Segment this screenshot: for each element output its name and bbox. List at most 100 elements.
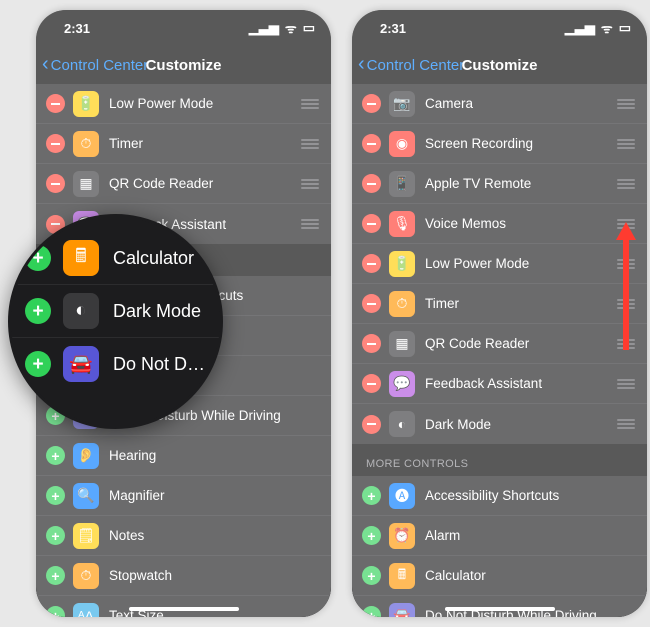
magnifier-icon: 🔍	[73, 483, 99, 509]
dnd-driving-icon: 🚘	[389, 603, 415, 618]
control-row[interactable]: ⏱Timer	[36, 124, 331, 164]
remove-button[interactable]	[362, 294, 381, 313]
add-button[interactable]	[362, 606, 381, 617]
remove-button[interactable]	[362, 214, 381, 233]
calculator-icon: 🖩	[389, 563, 415, 589]
control-row[interactable]: ⏱Stopwatch	[36, 556, 331, 596]
drag-handle-icon[interactable]	[301, 99, 319, 109]
drag-handle-icon[interactable]	[301, 139, 319, 149]
add-button[interactable]	[46, 566, 65, 585]
dark-mode-icon: ◐	[389, 411, 415, 437]
control-row[interactable]: 🔋 Low Power Mode	[352, 244, 647, 284]
nav-bar: ‹ Control Center Customize	[36, 46, 331, 84]
drag-handle-icon[interactable]	[617, 299, 635, 309]
text-size-icon: ᴬA	[73, 603, 99, 618]
add-button[interactable]	[362, 566, 381, 585]
drag-handle-icon[interactable]	[617, 259, 635, 269]
add-button[interactable]	[25, 298, 51, 324]
control-row[interactable]: ⏱Timer	[352, 284, 647, 324]
remove-button[interactable]	[46, 94, 65, 113]
drag-handle-icon[interactable]	[301, 219, 319, 229]
add-button[interactable]	[46, 486, 65, 505]
apple-tv-remote-icon: 📱	[389, 171, 415, 197]
timer-icon: ⏱	[389, 291, 415, 317]
signal-icon: ▁▃▅	[249, 20, 279, 36]
remove-button[interactable]	[362, 374, 381, 393]
control-row[interactable]: ◉Screen Recording	[352, 124, 647, 164]
remove-button[interactable]	[46, 174, 65, 193]
control-row[interactable]: 🗒Notes	[36, 516, 331, 556]
control-row[interactable]: 🅐 Accessibility Shortcuts	[352, 476, 647, 516]
row-label: Dark Mode	[425, 417, 617, 432]
control-row[interactable]: ▦QR Code Reader	[36, 164, 331, 204]
add-button[interactable]	[46, 606, 65, 617]
section-header-more: MORE CONTROLS	[352, 444, 647, 476]
drag-handle-icon[interactable]	[617, 179, 635, 189]
remove-button[interactable]	[362, 254, 381, 273]
add-button[interactable]	[362, 486, 381, 505]
control-row[interactable]: 🎙 Voice Memos	[352, 204, 647, 244]
voice-memos-icon: 🎙	[389, 211, 415, 237]
drag-handle-icon[interactable]	[617, 139, 635, 149]
dnd-driving-icon: 🚘	[63, 346, 99, 382]
back-label: Control Center	[367, 57, 465, 74]
feedback-icon: 💬	[389, 371, 415, 397]
control-row[interactable]: 📷Camera	[352, 84, 647, 124]
drag-handle-icon[interactable]	[617, 379, 635, 389]
remove-button[interactable]	[362, 134, 381, 153]
control-row[interactable]: ▦QR Code Reader	[352, 324, 647, 364]
back-label: Control Center	[51, 57, 149, 74]
page-title: Customize	[462, 57, 538, 74]
control-row[interactable]: 👂Hearing	[36, 436, 331, 476]
back-button[interactable]: ‹ Control Center	[358, 56, 464, 74]
wifi-icon: ᯤ	[601, 19, 613, 37]
drag-handle-icon[interactable]	[617, 339, 635, 349]
row-label: Voice Memos	[425, 216, 617, 231]
row-label: Low Power Mode	[425, 256, 617, 271]
drag-handle-icon[interactable]	[617, 99, 635, 109]
home-indicator[interactable]	[445, 607, 555, 611]
status-bar: 2:31 ▁▃▅ ᯤ ▭	[36, 10, 331, 46]
control-row[interactable]: ⏰Alarm	[352, 516, 647, 556]
control-row[interactable]: ◐ Dark Mode	[352, 404, 647, 444]
remove-button[interactable]	[46, 134, 65, 153]
battery-icon: ▭	[303, 20, 315, 36]
row-label: QR Code Reader	[109, 176, 301, 191]
accessibility-icon: 🅐	[389, 483, 415, 509]
status-bar: 2:31 ▁▃▅ ᯤ ▭	[352, 10, 647, 46]
page-title: Customize	[146, 57, 222, 74]
back-button[interactable]: ‹ Control Center	[42, 56, 148, 74]
control-row[interactable]: ◐Dark Mode	[11, 285, 220, 338]
control-row[interactable]: 🔍Magnifier	[36, 476, 331, 516]
add-button[interactable]	[362, 526, 381, 545]
notes-icon: 🗒	[73, 523, 99, 549]
low-power-icon: 🔋	[389, 251, 415, 277]
home-indicator[interactable]	[129, 607, 239, 611]
low-power-icon: 🔋	[73, 91, 99, 117]
drag-handle-icon[interactable]	[301, 179, 319, 189]
row-label: Calculator	[425, 568, 635, 583]
status-time: 2:31	[380, 21, 406, 36]
battery-icon: ▭	[619, 20, 631, 36]
control-row[interactable]: 🖩Calculator	[11, 232, 220, 285]
control-row[interactable]: 🖩 Calculator	[352, 556, 647, 596]
control-row[interactable]: 📱Apple TV Remote	[352, 164, 647, 204]
add-button[interactable]	[46, 446, 65, 465]
add-button[interactable]	[25, 245, 51, 271]
control-row[interactable]: 🔋Low Power Mode	[36, 84, 331, 124]
control-row[interactable]: 🚘Do Not Disturb While Driving	[11, 338, 220, 390]
status-time: 2:31	[64, 21, 90, 36]
phone-right: 2:31 ▁▃▅ ᯤ ▭ ‹ Control Center Customize …	[352, 10, 647, 617]
drag-handle-icon[interactable]	[617, 219, 635, 229]
row-label: Accessibility Shortcuts	[425, 488, 635, 503]
add-button[interactable]	[46, 526, 65, 545]
remove-button[interactable]	[362, 334, 381, 353]
row-label: Timer	[109, 136, 301, 151]
add-button[interactable]	[25, 351, 51, 377]
chevron-left-icon: ‹	[358, 54, 365, 74]
control-row[interactable]: 💬Feedback Assistant	[352, 364, 647, 404]
remove-button[interactable]	[362, 94, 381, 113]
drag-handle-icon[interactable]	[617, 419, 635, 429]
remove-button[interactable]	[362, 174, 381, 193]
remove-button[interactable]	[362, 415, 381, 434]
